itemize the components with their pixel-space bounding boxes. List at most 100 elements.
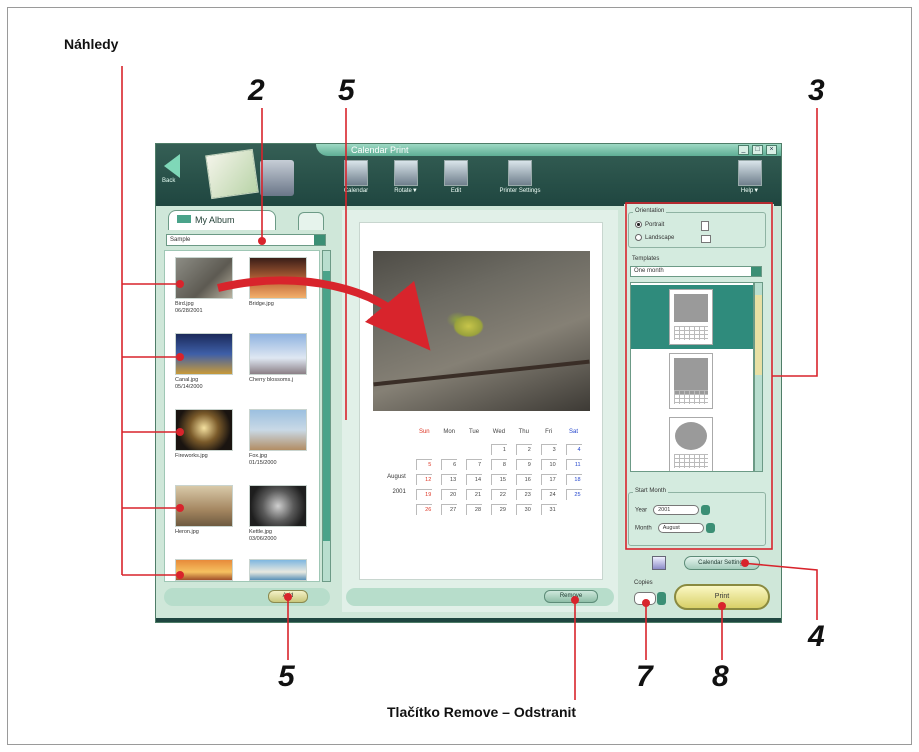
calendar-day-cell: 28 (462, 504, 487, 519)
list-item[interactable]: Bird.jpg 06/28/2001 (175, 257, 235, 315)
back-button[interactable]: Back (160, 150, 184, 192)
tab-other-album[interactable] (298, 212, 324, 230)
landscape-label: Landscape (645, 235, 675, 242)
calendar-day-cell: 27 (437, 504, 462, 519)
copies-stepper[interactable] (657, 592, 666, 605)
month-stepper[interactable] (705, 523, 715, 533)
calendar-day-cell: 6 (437, 459, 462, 474)
calendar-day-cell: 2 (511, 444, 536, 459)
list-item[interactable] (175, 559, 235, 581)
thumbnail-caption: Canal.jpg 05/14/2000 (175, 377, 203, 390)
thumbnail-caption: Heron.jpg (175, 529, 199, 535)
calendar-print-window: Calendar Print _ □ × Back Calendar Rotat… (155, 143, 782, 623)
thumbnail-image (249, 409, 307, 451)
remove-button-label: Tlačítko Remove – Odstranit (387, 704, 577, 720)
calendar-day-cell: 20 (437, 489, 462, 504)
toolbar-calendar-button[interactable]: Calendar (328, 160, 384, 194)
calendar-day-cell: 18 (561, 474, 586, 489)
year-field[interactable]: 2001 (653, 505, 700, 515)
calendar-settings-icon[interactable] (652, 556, 666, 570)
weekday-mon: Mon (443, 429, 455, 435)
album-icon (177, 215, 191, 223)
callout-8: 8 (712, 660, 729, 693)
landscape-radio[interactable]: Landscape (635, 234, 674, 241)
minimize-button[interactable]: _ (738, 145, 749, 155)
calendar-day: 1 (490, 444, 507, 455)
printer-icon (260, 160, 294, 196)
close-button[interactable]: × (766, 145, 777, 155)
copies-field[interactable] (634, 592, 656, 605)
scrollbar-thumb[interactable] (323, 271, 330, 541)
calendar-day: 20 (441, 489, 458, 500)
list-item[interactable]: Canal.jpg 05/14/2000 (175, 333, 235, 391)
calendar-day-cell: 19 (412, 489, 437, 504)
portrait-icon (701, 221, 709, 231)
list-item[interactable] (249, 559, 309, 581)
orientation-group: Orientation Portrait Landscape (628, 208, 766, 248)
template-item-selected[interactable] (631, 285, 753, 349)
thumbnail-image (249, 333, 307, 375)
list-item[interactable]: Heron.jpg (175, 485, 235, 536)
landscape-icon (701, 235, 711, 243)
template-select[interactable]: One month (630, 266, 762, 277)
copies-label: Copies (634, 580, 653, 586)
back-arrow-icon (164, 154, 180, 178)
template-card (669, 353, 713, 409)
toolbar-rotate-button[interactable]: Rotate▼ (378, 160, 434, 194)
remove-button[interactable]: Remove (544, 590, 598, 603)
calendar-day: 27 (441, 504, 458, 515)
calendar-settings-button[interactable]: Calendar Settings (684, 556, 760, 570)
toolbar: Calendar Print _ □ × Back Calendar Rotat… (156, 144, 781, 206)
template-item[interactable] (631, 413, 753, 471)
calendar-day: 8 (490, 459, 507, 470)
print-button[interactable]: Print (674, 584, 770, 610)
list-item[interactable]: Fireworks.jpg (175, 409, 235, 460)
portrait-radio[interactable]: Portrait (635, 221, 664, 228)
calendar-day: 3 (540, 444, 557, 455)
template-scrollbar[interactable] (754, 282, 763, 472)
list-item[interactable]: Cherry blossoms.j (249, 333, 309, 384)
orientation-title: Orientation (633, 208, 667, 214)
help-button[interactable]: Help▼ (722, 160, 778, 194)
calendar-day: 14 (466, 474, 483, 485)
template-card (669, 417, 713, 471)
calendar-day: 31 (540, 504, 557, 515)
chevron-down-icon (751, 267, 761, 276)
folder-select[interactable]: Sample (166, 234, 326, 246)
calendar-label-spacer (376, 504, 412, 519)
calendar-day: 5 (416, 459, 433, 470)
add-button[interactable]: Add (268, 590, 308, 603)
rotate-icon (394, 160, 418, 186)
toolbar-printer-settings-button[interactable]: Printer Settings (492, 160, 548, 194)
toolbar-edit-button[interactable]: Edit (428, 160, 484, 194)
start-month-title: Start Month (633, 488, 669, 494)
calendar-day: 4 (565, 444, 582, 455)
calendar-day-cell: 10 (536, 459, 561, 474)
thumbnail-scrollbar[interactable] (322, 250, 331, 582)
chevron-down-icon (314, 235, 325, 245)
weekday-tue: Tue (468, 429, 480, 435)
thumbnail-image (249, 257, 307, 299)
thumbnail-caption: Cherry blossoms.j (249, 377, 294, 383)
calendar-day-cell: 25 (561, 489, 586, 504)
list-item[interactable]: Kettle.jpg 03/06/2000 (249, 485, 309, 543)
maximize-button[interactable]: □ (752, 145, 763, 155)
template-list (630, 282, 754, 472)
list-item[interactable]: Bridge.jpg (249, 257, 309, 308)
scrollbar-thumb[interactable] (755, 295, 762, 375)
month-field[interactable]: August (657, 523, 704, 533)
list-item[interactable]: Fox.jpg 01/15/2000 (249, 409, 309, 467)
calendar-day-cell: 13 (437, 474, 462, 489)
year-stepper[interactable] (701, 505, 711, 515)
tab-my-album[interactable]: My Album (168, 210, 276, 230)
calendar-label-spacer (376, 459, 412, 474)
thumbnail-caption: Bird.jpg 06/28/2001 (175, 301, 203, 314)
month-spacer (376, 429, 412, 444)
radio-off-icon (635, 234, 642, 241)
folder-select-value: Sample (170, 237, 191, 243)
year-label: Year (635, 507, 648, 514)
template-item[interactable] (631, 349, 753, 413)
window-bottom-edge (156, 618, 781, 622)
calendar-day-cell: 16 (511, 474, 536, 489)
help-label: Help▼ (740, 188, 760, 194)
